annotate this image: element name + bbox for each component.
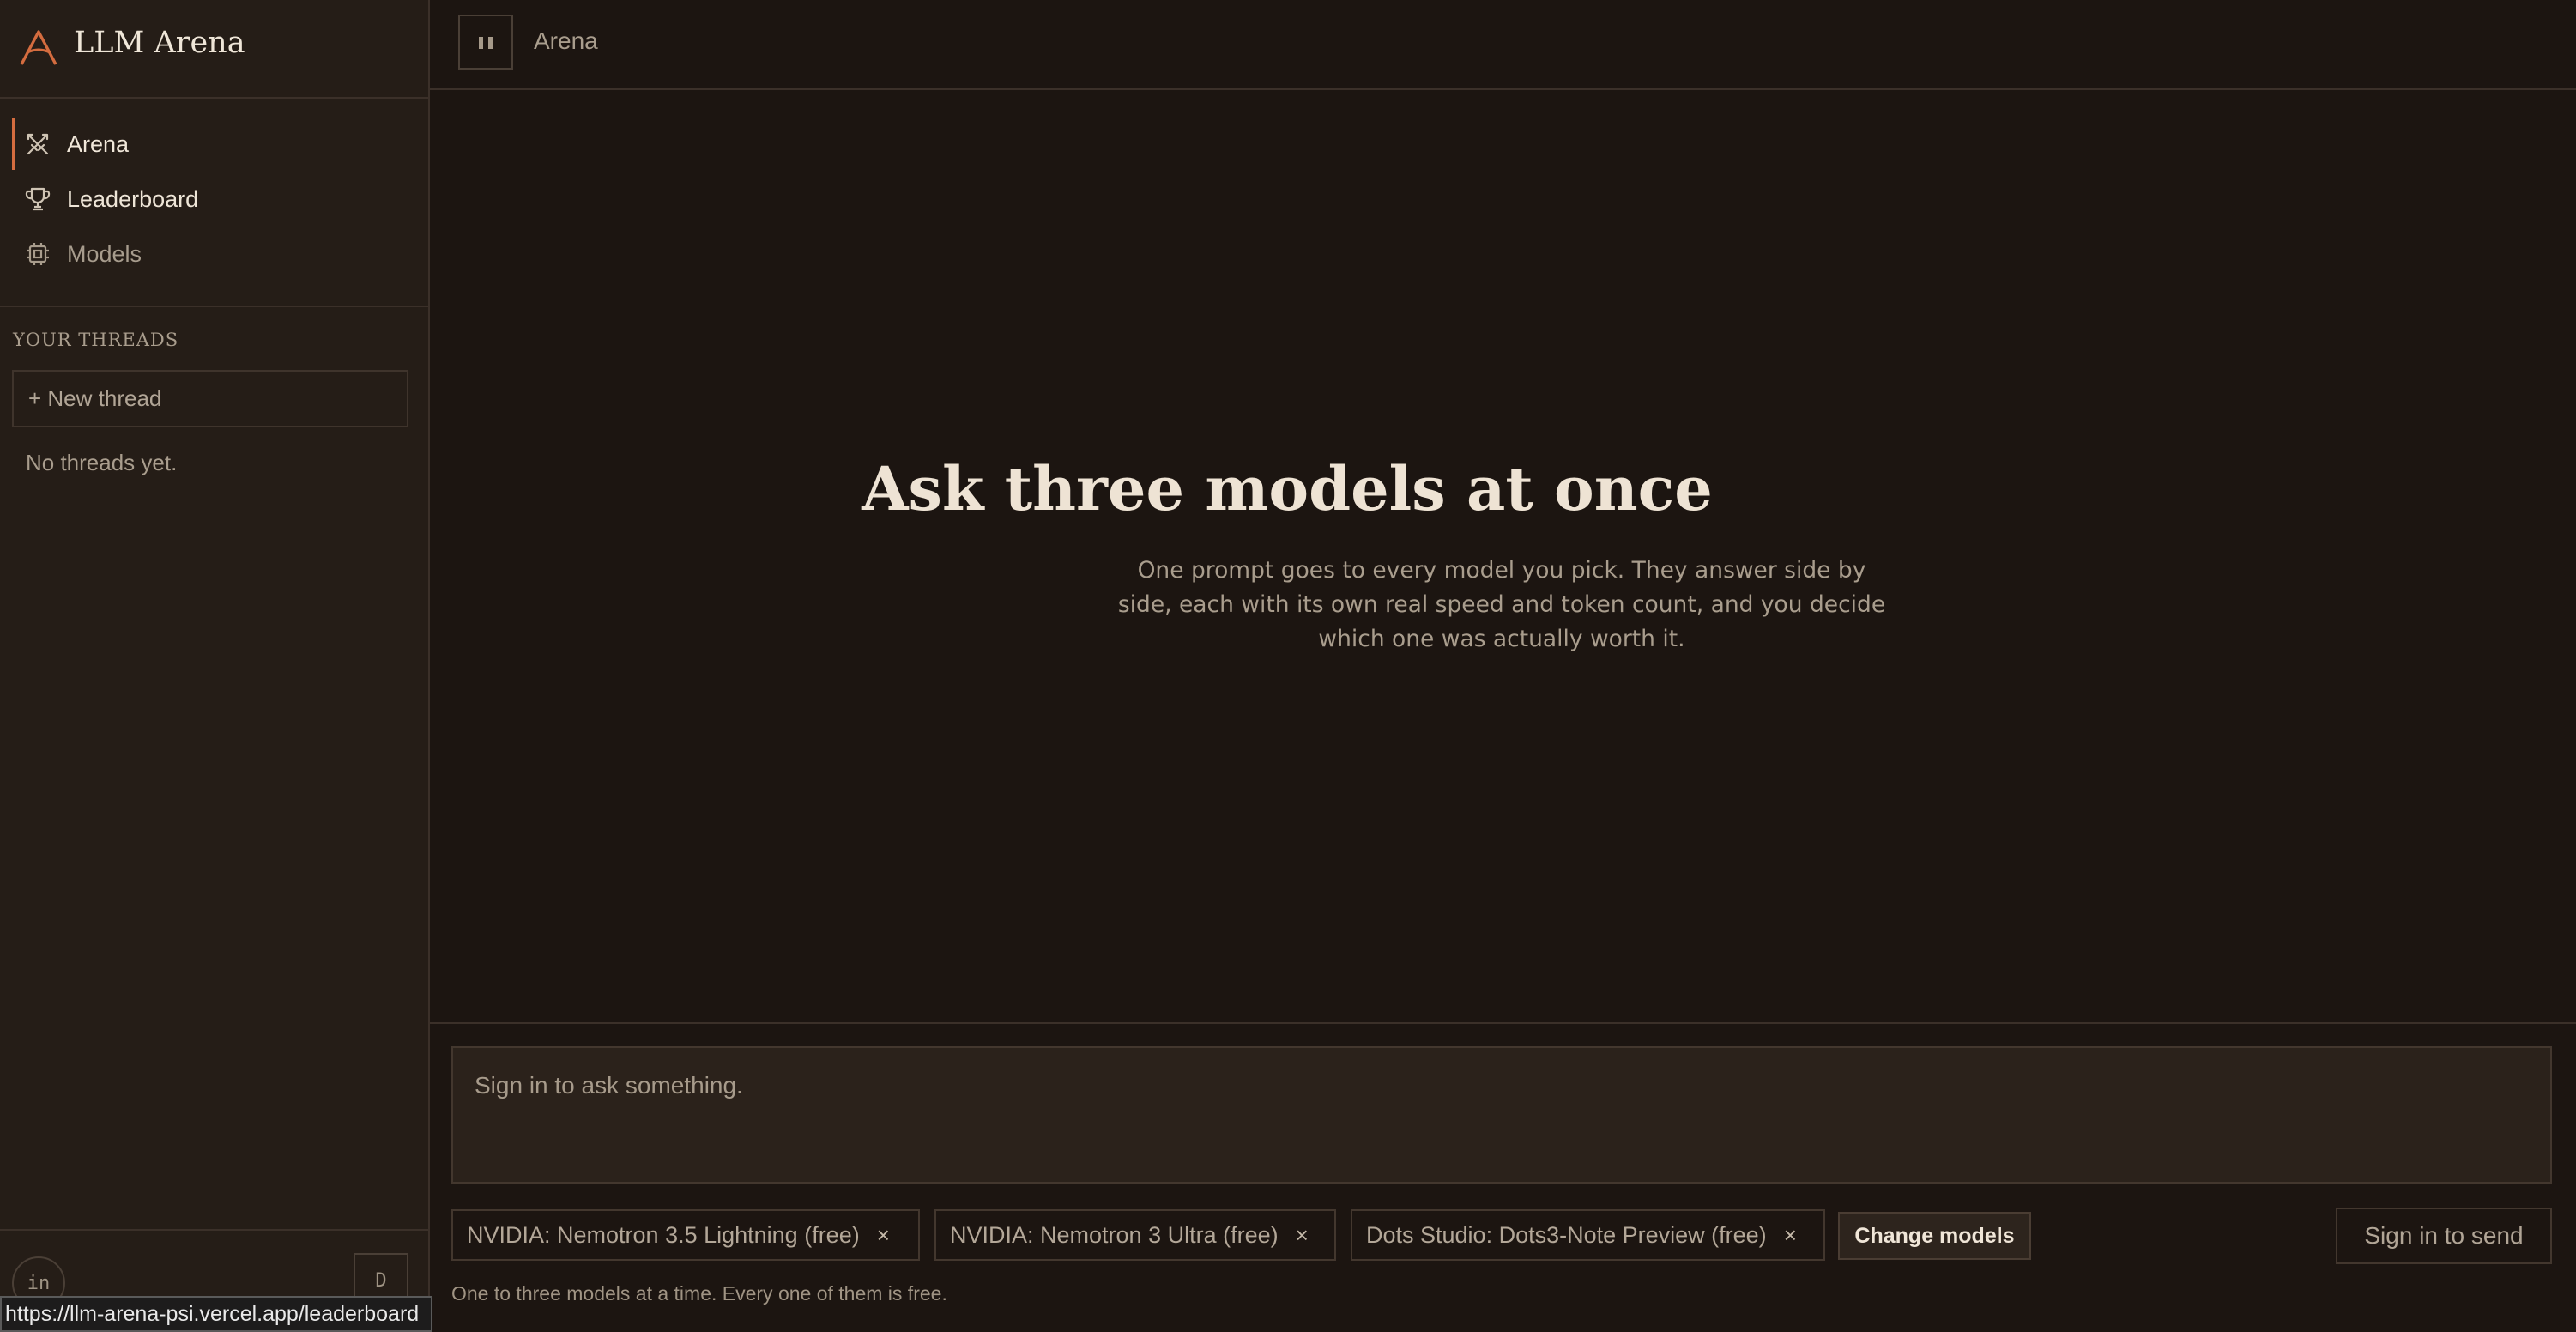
change-models-button[interactable]: Change models [1838, 1212, 2031, 1260]
top-bar: Arena [430, 0, 2576, 90]
remove-model-icon[interactable]: × [1784, 1222, 1797, 1249]
sidebar-divider [0, 306, 428, 307]
link-preview-url: https://llm-arena-psi.vercel.app/leaderb… [0, 1296, 433, 1332]
sidebar-item-arena[interactable]: Arena [12, 118, 415, 170]
chip-icon [27, 243, 49, 265]
model-chip: NVIDIA: Nemotron 3 Ultra (free) × [934, 1209, 1336, 1261]
page-title: Ask three models at once [862, 453, 1713, 524]
empty-threads-text: No threads yet. [26, 450, 178, 475]
model-chip-label: Dots Studio: Dots3-Note Preview (free) [1366, 1221, 1767, 1248]
sidebar-item-models[interactable]: Models [12, 228, 415, 280]
crossed-swords-icon [27, 133, 49, 155]
sidebar-toggle-icon [488, 37, 493, 49]
breadcrumb: Arena [534, 27, 598, 54]
threads-heading: YOUR THREADS [13, 330, 179, 350]
sidebar-toggle-icon [479, 37, 483, 49]
composer-divider [430, 1022, 2576, 1024]
sidebar-item-leaderboard[interactable]: Leaderboard [12, 173, 415, 225]
composer-hint: One to three models at a time. Every one… [451, 1282, 947, 1305]
model-chip-label: NVIDIA: Nemotron 3 Ultra (free) [950, 1221, 1279, 1248]
model-chip-label: NVIDIA: Nemotron 3.5 Lightning (free) [467, 1221, 860, 1248]
sidebar-item-label: Leaderboard [67, 186, 199, 212]
brand-header: LLM Arena [0, 0, 428, 99]
arena-logo-icon [20, 30, 57, 65]
page-subtitle: One prompt goes to every model you pick.… [1117, 557, 1886, 652]
sidebar-item-label: Arena [67, 131, 130, 157]
sidebar-footer-divider [0, 1229, 428, 1231]
sidebar-item-label: Models [67, 241, 142, 267]
model-chip: NVIDIA: Nemotron 3.5 Lightning (free) × [451, 1209, 920, 1261]
trophy-icon [25, 187, 51, 211]
remove-model-icon[interactable]: × [877, 1222, 890, 1249]
prompt-input[interactable] [451, 1046, 2552, 1184]
sidebar: LLM Arena Arena Leaderboard Models YOUR … [0, 0, 430, 1332]
model-chip: Dots Studio: Dots3-Note Preview (free) × [1351, 1209, 1825, 1261]
app-title[interactable]: LLM Arena [74, 26, 245, 60]
new-thread-button[interactable]: + New thread [12, 370, 408, 427]
remove-model-icon[interactable]: × [1296, 1222, 1309, 1249]
sidebar-toggle-button[interactable] [458, 15, 513, 70]
sign-in-to-send-button[interactable]: Sign in to send [2336, 1208, 2552, 1264]
